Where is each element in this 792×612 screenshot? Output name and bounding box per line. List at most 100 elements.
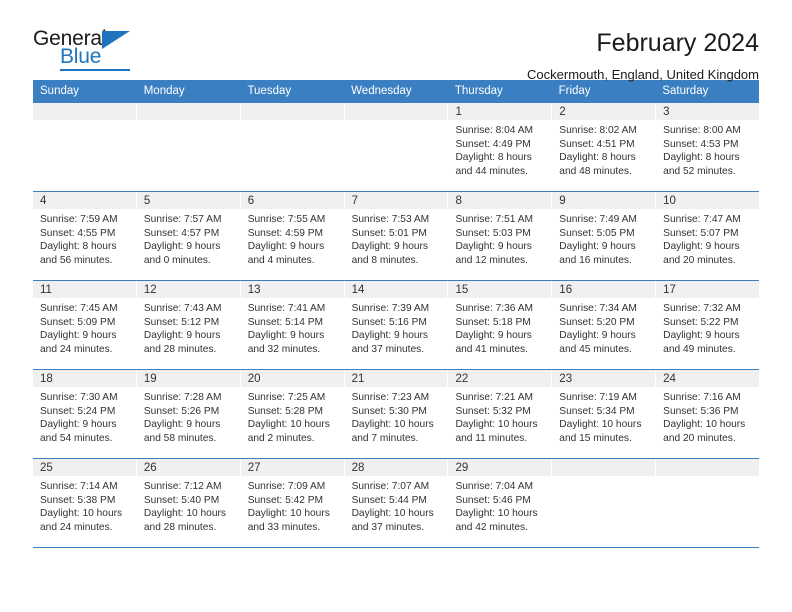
weekday-header-sunday: Sunday <box>40 85 80 97</box>
sunrise-time: Sunrise: 7:34 AM <box>559 303 637 314</box>
day-number: 4 <box>33 192 136 209</box>
day-cell[interactable]: 18 Sunrise: 7:30 AM Sunset: 5:24 PM Dayligh… <box>33 370 137 458</box>
day-cell[interactable]: 12 Sunrise: 7:43 AM Sunset: 5:12 PM Dayligh… <box>136 281 241 369</box>
sunset-time: Sunset: 5:22 PM <box>663 316 739 328</box>
day-cell[interactable]: 17 Sunrise: 7:32 AM Sunset: 5:22 PM Dayligh… <box>656 281 760 369</box>
day-number: 10 <box>656 192 760 209</box>
day-details: Sunrise: 7:04 AM Sunset: 5:46 PM Daylight:… <box>448 476 551 534</box>
weekday-header-thursday: Thursday <box>454 85 503 97</box>
sunset-time: Sunset: 4:51 PM <box>559 138 635 150</box>
day-details: Sunrise: 7:14 AM Sunset: 5:38 PM Daylight:… <box>33 476 136 534</box>
day-cell[interactable]: 10 Sunrise: 7:47 AM Sunset: 5:07 PM Dayligh… <box>656 192 760 280</box>
day-number <box>136 103 240 120</box>
day-cell[interactable]: 23 Sunrise: 7:19 AM Sunset: 5:34 PM Dayligh… <box>552 370 657 458</box>
day-details: Sunrise: 7:28 AM Sunset: 5:26 PM Daylight:… <box>137 387 240 445</box>
sunrise-time: Sunrise: 7:07 AM <box>351 481 430 492</box>
sunset-time: Sunset: 5:01 PM <box>351 227 427 239</box>
sunset-time: Sunset: 5:44 PM <box>351 494 427 506</box>
general-blue-logo: General Blue <box>33 28 153 74</box>
daylight-duration-line2: and 28 minutes. <box>143 521 217 533</box>
weekday-header-wednesday: Wednesday <box>351 85 412 97</box>
sunset-time: Sunset: 5:18 PM <box>455 316 531 328</box>
daylight-duration-line1: Daylight: 10 hours <box>351 419 434 431</box>
page-title: February 2024 <box>596 29 759 57</box>
day-cell[interactable]: 16 Sunrise: 7:34 AM Sunset: 5:20 PM Dayligh… <box>552 281 657 369</box>
day-number <box>33 103 136 120</box>
daylight-duration-line2: and 4 minutes. <box>247 254 315 266</box>
day-cell[interactable]: 22 Sunrise: 7:21 AM Sunset: 5:32 PM Dayligh… <box>448 370 553 458</box>
daylight-duration-line1: Daylight: 9 hours <box>143 419 221 431</box>
day-cell[interactable]: 20 Sunrise: 7:25 AM Sunset: 5:28 PM Dayligh… <box>240 370 345 458</box>
daylight-duration-line1: Daylight: 9 hours <box>663 330 740 342</box>
day-details: Sunrise: 7:43 AM Sunset: 5:12 PM Daylight:… <box>137 298 240 356</box>
daylight-duration-line2: and 20 minutes. <box>663 432 736 444</box>
daylight-duration-line1: Daylight: 10 hours <box>663 419 746 431</box>
daylight-duration-line2: and 16 minutes. <box>559 254 632 266</box>
day-details: Sunrise: 8:00 AM Sunset: 4:53 PM Daylight:… <box>656 120 759 178</box>
sunset-time: Sunset: 5:36 PM <box>663 405 739 417</box>
daylight-duration-line1: Daylight: 9 hours <box>40 330 117 342</box>
day-details: Sunrise: 8:04 AM Sunset: 4:49 PM Daylight:… <box>448 120 551 178</box>
day-cell[interactable]: 11 Sunrise: 7:45 AM Sunset: 5:09 PM Dayligh… <box>33 281 137 369</box>
weekday-header-friday: Friday <box>558 85 591 97</box>
day-cell[interactable]: 3 Sunrise: 8:00 AM Sunset: 4:53 PM Daylight… <box>656 103 760 191</box>
day-cell[interactable]: 19 Sunrise: 7:28 AM Sunset: 5:26 PM Dayligh… <box>136 370 241 458</box>
day-number <box>240 103 344 120</box>
day-number: 1 <box>448 103 552 120</box>
daylight-duration-line2: and 28 minutes. <box>143 343 217 355</box>
day-cell[interactable]: 1 Sunrise: 8:04 AM Sunset: 4:49 PM Daylight… <box>448 103 553 191</box>
day-cell[interactable]: 24 Sunrise: 7:16 AM Sunset: 5:36 PM Dayligh… <box>656 370 760 458</box>
daylight-duration-line1: Daylight: 9 hours <box>559 241 636 253</box>
day-cell[interactable]: 8 Sunrise: 7:51 AM Sunset: 5:03 PM Daylight… <box>448 192 553 280</box>
daylight-duration-line1: Daylight: 8 hours <box>455 152 532 164</box>
day-cell[interactable]: 28 Sunrise: 7:07 AM Sunset: 5:44 PM Dayligh… <box>344 459 449 547</box>
calendar-week-row: 11 Sunrise: 7:45 AM Sunset: 5:09 PM Dayligh… <box>33 281 760 370</box>
day-cell[interactable]: 26 Sunrise: 7:12 AM Sunset: 5:40 PM Dayligh… <box>136 459 241 547</box>
day-cell[interactable]: 7 Sunrise: 7:53 AM Sunset: 5:01 PM Daylight… <box>344 192 449 280</box>
sunrise-time: Sunrise: 7:14 AM <box>40 481 118 492</box>
day-details: Sunrise: 7:09 AM Sunset: 5:42 PM Daylight:… <box>241 476 344 534</box>
day-number: 2 <box>552 103 656 120</box>
day-cell[interactable]: 13 Sunrise: 7:41 AM Sunset: 5:14 PM Dayligh… <box>240 281 345 369</box>
daylight-duration-line2: and 2 minutes. <box>247 432 315 444</box>
day-details: Sunrise: 7:12 AM Sunset: 5:40 PM Daylight:… <box>137 476 240 534</box>
day-cell[interactable]: 15 Sunrise: 7:36 AM Sunset: 5:18 PM Dayligh… <box>448 281 553 369</box>
daylight-duration-line2: and 45 minutes. <box>559 343 632 355</box>
logo-underline <box>60 69 130 71</box>
sunrise-time: Sunrise: 7:16 AM <box>663 392 741 403</box>
day-details: Sunrise: 7:30 AM Sunset: 5:24 PM Daylight:… <box>33 387 136 445</box>
day-cell[interactable]: 14 Sunrise: 7:39 AM Sunset: 5:16 PM Dayligh… <box>344 281 449 369</box>
day-number <box>552 459 656 476</box>
sunset-time: Sunset: 5:28 PM <box>247 405 324 417</box>
sunset-time: Sunset: 5:12 PM <box>143 316 220 328</box>
daylight-duration-line1: Daylight: 8 hours <box>663 152 740 164</box>
day-cell[interactable]: 21 Sunrise: 7:23 AM Sunset: 5:30 PM Dayligh… <box>344 370 449 458</box>
day-cell-empty <box>136 103 241 191</box>
day-number: 9 <box>552 192 656 209</box>
day-cell[interactable]: 6 Sunrise: 7:55 AM Sunset: 4:59 PM Daylight… <box>240 192 345 280</box>
calendar-week-row: 4 Sunrise: 7:59 AM Sunset: 4:55 PM Daylight… <box>33 192 760 281</box>
day-cell[interactable]: 4 Sunrise: 7:59 AM Sunset: 4:55 PM Daylight… <box>33 192 137 280</box>
day-cell[interactable]: 9 Sunrise: 7:49 AM Sunset: 5:05 PM Daylight… <box>552 192 657 280</box>
daylight-duration-line2: and 56 minutes. <box>40 254 113 266</box>
day-number: 8 <box>448 192 552 209</box>
page-header: General Blue February 2024 Cockermouth, … <box>33 0 759 82</box>
day-number: 25 <box>33 459 136 476</box>
daylight-duration-line2: and 58 minutes. <box>143 432 217 444</box>
day-cell[interactable]: 5 Sunrise: 7:57 AM Sunset: 4:57 PM Daylight… <box>136 192 241 280</box>
day-cell[interactable]: 27 Sunrise: 7:09 AM Sunset: 5:42 PM Dayligh… <box>240 459 345 547</box>
daylight-duration-line1: Daylight: 9 hours <box>247 330 325 342</box>
sunrise-time: Sunrise: 7:39 AM <box>351 303 430 314</box>
sunrise-time: Sunrise: 7:32 AM <box>663 303 741 314</box>
sunset-time: Sunset: 5:03 PM <box>455 227 531 239</box>
daylight-duration-line2: and 54 minutes. <box>40 432 113 444</box>
daylight-duration-line1: Daylight: 8 hours <box>559 152 636 164</box>
day-cell-empty <box>33 103 137 191</box>
day-cell[interactable]: 29 Sunrise: 7:04 AM Sunset: 5:46 PM Dayligh… <box>448 459 553 547</box>
day-cell[interactable]: 25 Sunrise: 7:14 AM Sunset: 5:38 PM Dayligh… <box>33 459 137 547</box>
daylight-duration-line1: Daylight: 10 hours <box>247 419 330 431</box>
sunrise-time: Sunrise: 7:45 AM <box>40 303 118 314</box>
daylight-duration-line1: Daylight: 9 hours <box>143 330 221 342</box>
day-cell[interactable]: 2 Sunrise: 8:02 AM Sunset: 4:51 PM Daylight… <box>552 103 657 191</box>
sunrise-time: Sunrise: 7:04 AM <box>455 481 534 492</box>
